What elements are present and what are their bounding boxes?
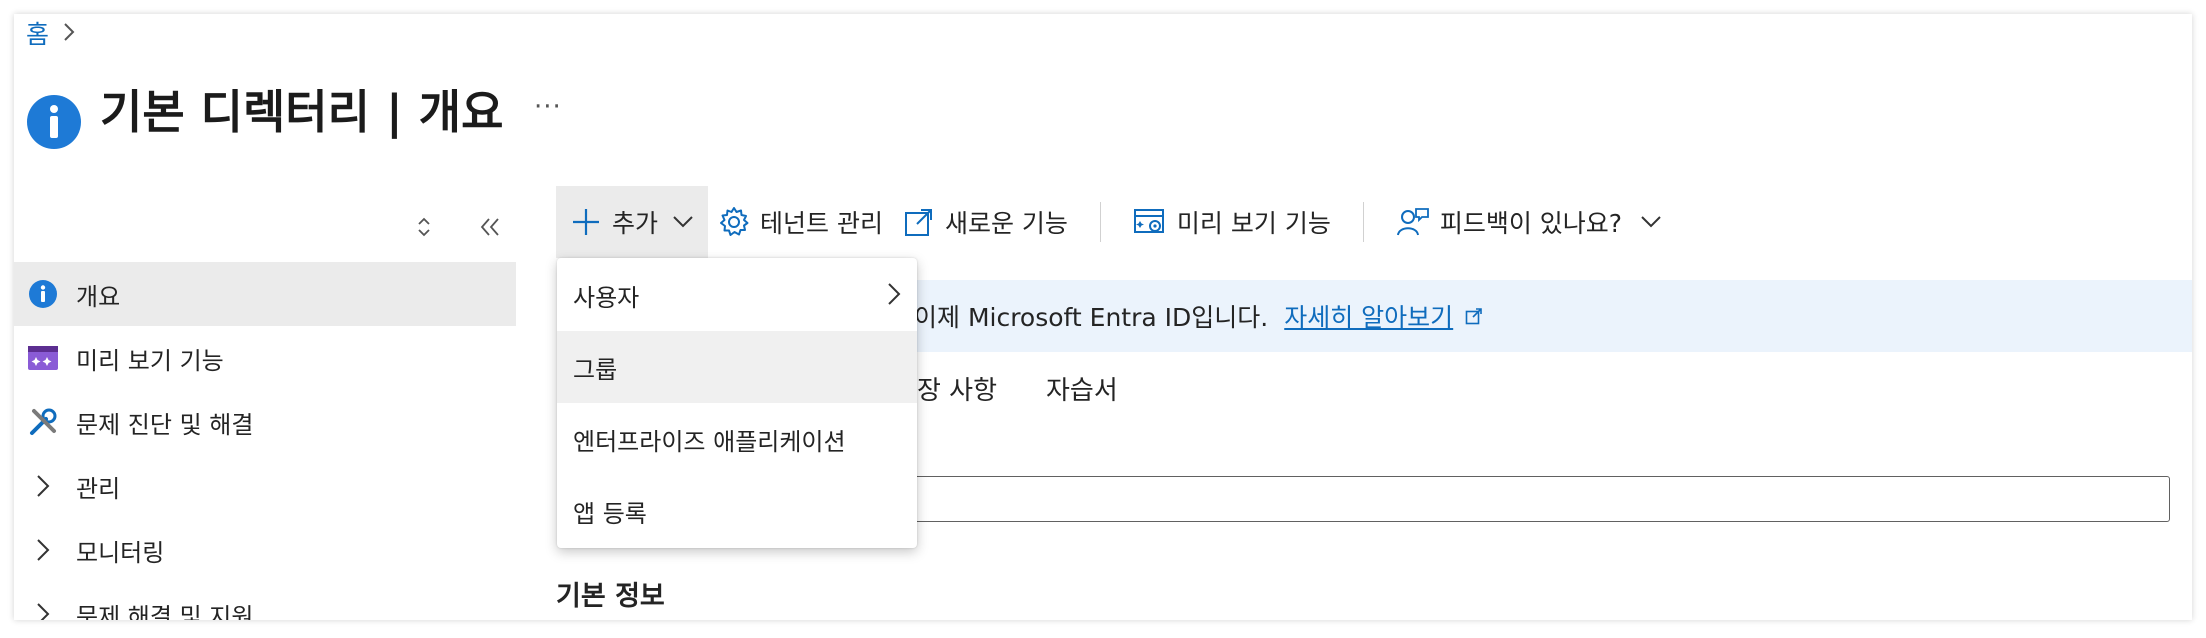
portal-window: 홈 기본 디렉터리 | 개요 ··· 개요 미리 보기 기능 문제 진단 및 해…	[14, 14, 2192, 620]
manage-tenants-button[interactable]: 테넌트 관리	[708, 186, 893, 258]
sidebar-item-overview[interactable]: 개요	[14, 262, 516, 326]
sidebar-item-manage[interactable]: 관리	[14, 454, 516, 518]
info-icon	[26, 277, 60, 311]
breadcrumb-home-link[interactable]: 홈	[26, 15, 49, 51]
add-button[interactable]: 추가	[556, 186, 709, 258]
add-dropdown-menu: 사용자 그룹 엔터프라이즈 애플리케이션 앱 등록	[557, 258, 917, 548]
menu-item-group[interactable]: 그룹	[557, 331, 917, 403]
sidebar-item-label: 문제 해결 및 지원	[76, 602, 254, 621]
sort-toggle-button[interactable]	[404, 210, 444, 244]
menu-item-label: 그룹	[573, 355, 618, 384]
sidebar-item-label: 관리	[76, 474, 121, 503]
menu-item-user[interactable]: 사용자	[557, 259, 917, 331]
chevron-right-icon	[26, 597, 60, 620]
sidebar-item-monitoring[interactable]: 모니터링	[14, 518, 516, 582]
tab-tutorial[interactable]: 자습서	[1046, 370, 1118, 407]
add-button-label: 추가	[612, 209, 659, 238]
feedback-label: 피드백이 있나요?	[1439, 209, 1623, 238]
feedback-person-icon	[1396, 208, 1429, 236]
preview-features-button[interactable]: 미리 보기 기능	[1123, 186, 1341, 258]
info-icon	[26, 94, 82, 150]
manage-tenants-label: 테넌트 관리	[760, 209, 883, 238]
sidebar-item-preview-features[interactable]: 미리 보기 기능	[14, 326, 516, 390]
sidebar-item-label: 모니터링	[76, 538, 165, 567]
rename-info-banner: 이제 Microsoft Entra ID입니다. 자세히 알아보기	[914, 280, 2192, 352]
menu-item-label: 엔터프라이즈 애플리케이션	[573, 427, 846, 456]
breadcrumb: 홈	[26, 16, 75, 50]
toolbar-divider	[1362, 202, 1364, 242]
command-toolbar: 추가 테넌트 관리 새로운 기능 미리 보기 기능 피드백이 있나요?	[556, 186, 1672, 258]
search-input[interactable]	[914, 476, 2170, 522]
chevron-down-icon	[1641, 216, 1661, 228]
feedback-button[interactable]: 피드백이 있나요?	[1386, 186, 1672, 258]
wrench-tools-icon	[26, 405, 60, 439]
open-external-icon	[904, 209, 932, 236]
preview-features-label: 미리 보기 기능	[1176, 209, 1331, 238]
whats-new-label: 새로운 기능	[944, 209, 1068, 238]
sidebar-item-troubleshoot-support[interactable]: 문제 해결 및 지원	[14, 582, 516, 620]
menu-item-label: 사용자	[573, 283, 640, 312]
sidebar-item-label: 문제 진단 및 해결	[76, 410, 254, 439]
menu-item-app-registration[interactable]: 앱 등록	[557, 475, 917, 547]
menu-item-enterprise-app[interactable]: 엔터프라이즈 애플리케이션	[557, 403, 917, 475]
external-link-icon	[1465, 308, 1482, 325]
collapse-sidebar-button[interactable]	[470, 210, 510, 244]
page-title: 기본 디렉터리 | 개요	[100, 85, 504, 139]
toolbar-divider	[1099, 202, 1101, 242]
sidebar-item-label: 미리 보기 기능	[76, 346, 224, 375]
whats-new-button[interactable]: 새로운 기능	[893, 186, 1078, 258]
double-chevron-left-icon	[480, 218, 499, 236]
sidebar-item-diagnose-solve[interactable]: 문제 진단 및 해결	[14, 390, 516, 454]
sort-icon	[418, 217, 430, 237]
chevron-right-icon	[888, 283, 901, 305]
menu-item-label: 앱 등록	[573, 499, 647, 528]
chevron-right-icon	[26, 533, 60, 567]
preview-settings-icon	[1133, 209, 1164, 233]
preview-features-icon	[26, 341, 60, 375]
banner-text: 이제 Microsoft Entra ID입니다.	[914, 303, 1269, 332]
more-options-button[interactable]: ···	[534, 92, 562, 122]
plus-icon	[573, 209, 599, 235]
sidebar-item-label: 개요	[76, 282, 121, 311]
chevron-down-icon	[673, 216, 693, 228]
basic-info-heading: 기본 정보	[556, 581, 665, 612]
learn-more-link[interactable]: 자세히 알아보기	[1284, 298, 1453, 334]
tab-partial[interactable]: 장 사항	[917, 370, 997, 407]
sidebar-nav: 개요 미리 보기 기능 문제 진단 및 해결 관리 모니터링 문제 해결 및 지…	[14, 262, 516, 620]
breadcrumb-separator-icon	[63, 19, 75, 48]
gear-icon	[720, 207, 749, 236]
chevron-right-icon	[26, 469, 60, 503]
